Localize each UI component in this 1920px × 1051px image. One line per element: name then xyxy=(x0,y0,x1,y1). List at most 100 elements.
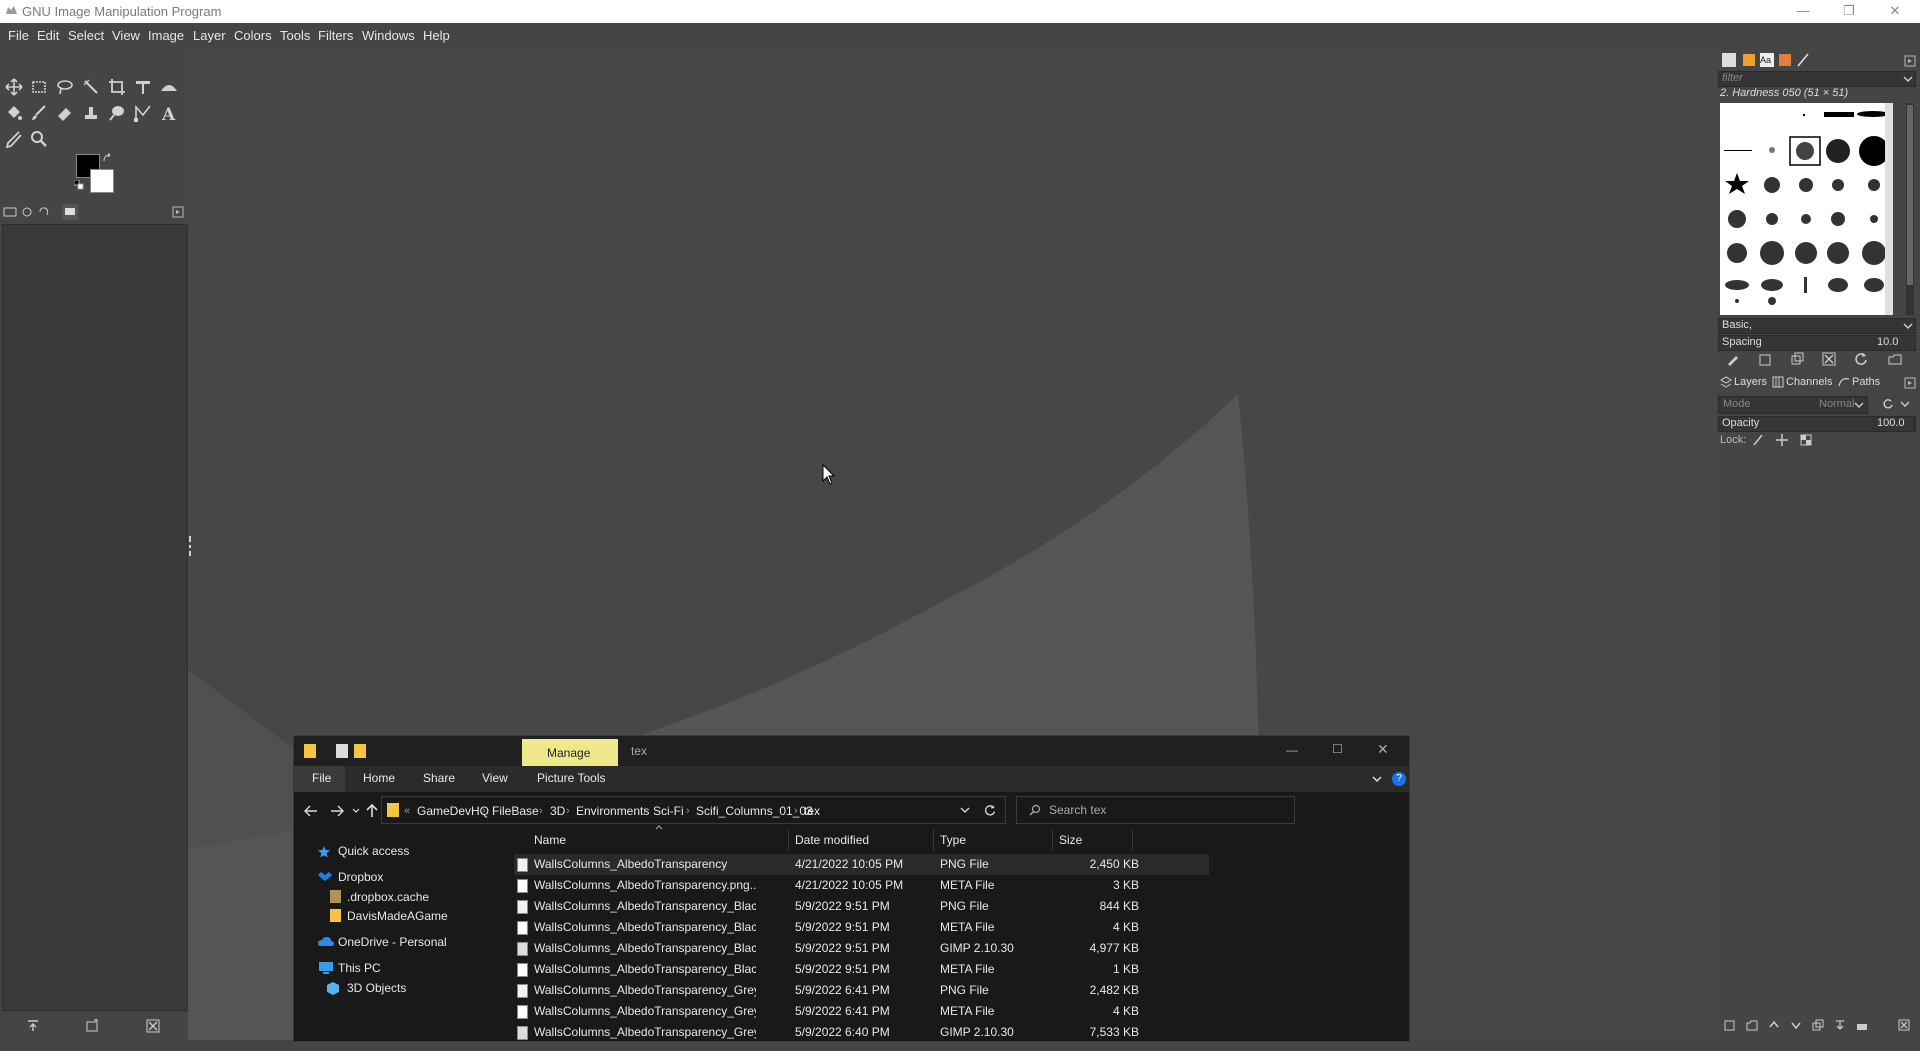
menu-help[interactable]: Help xyxy=(423,28,450,43)
breadcrumb-sci-fi[interactable]: Sci-Fi xyxy=(653,804,684,818)
ribbon-tab-picture-tools[interactable]: Picture Tools xyxy=(537,771,605,785)
close-button[interactable]: ✕ xyxy=(1872,0,1918,23)
tool-options-tab-icon[interactable] xyxy=(3,205,17,219)
layer-mask-icon[interactable] xyxy=(1856,1019,1868,1031)
brush-preset-select[interactable]: Basic, xyxy=(1718,318,1916,334)
layers-dock-menu-icon[interactable] xyxy=(1904,377,1916,389)
table-row[interactable]: WallsColumns_AlbedoTransparency_Blac... … xyxy=(514,959,1209,980)
tab-paths[interactable]: Paths xyxy=(1852,376,1880,388)
explorer-maximize-button[interactable]: ☐ xyxy=(1332,742,1343,756)
fuzzy-select-tool-icon[interactable] xyxy=(81,77,101,97)
breadcrumb-overflow-icon[interactable]: « xyxy=(404,805,410,817)
new-folder-icon[interactable] xyxy=(354,744,366,758)
search-input[interactable]: Search tex xyxy=(1016,796,1295,824)
up-arrow-icon[interactable] xyxy=(366,804,378,818)
canvas-edge-handle-icon[interactable] xyxy=(188,534,194,558)
swap-colors-icon[interactable] xyxy=(102,153,112,163)
layers-tab-icon[interactable] xyxy=(1720,376,1732,388)
breadcrumb-environments[interactable]: Environments xyxy=(576,804,649,818)
breadcrumb-filebase[interactable]: FileBase xyxy=(492,804,539,818)
chevron-down-icon[interactable] xyxy=(1903,321,1913,331)
lock-alpha-icon[interactable] xyxy=(1800,434,1812,446)
nav-this-pc[interactable]: This PC xyxy=(338,961,381,975)
back-arrow-icon[interactable] xyxy=(304,805,318,817)
column-divider[interactable] xyxy=(933,829,934,851)
restore-button[interactable]: ❐ xyxy=(1826,0,1872,23)
column-header-size[interactable]: Size xyxy=(1059,833,1082,847)
undo-history-tab-icon[interactable] xyxy=(37,205,51,219)
column-header-date[interactable]: Date modified xyxy=(795,833,869,847)
recent-locations-chevron-icon[interactable] xyxy=(352,807,360,815)
chevron-down-icon[interactable] xyxy=(1903,74,1913,84)
menu-image[interactable]: Image xyxy=(148,28,184,43)
table-row[interactable]: WallsColumns_AlbedoTransparency_Grey... … xyxy=(514,1001,1209,1022)
menu-colors[interactable]: Colors xyxy=(234,28,272,43)
brushes-tab-icon[interactable] xyxy=(1722,53,1736,67)
raise-view-icon[interactable] xyxy=(26,1019,40,1033)
column-header-name[interactable]: Name xyxy=(534,833,566,847)
help-icon[interactable]: ? xyxy=(1392,772,1406,786)
reset-colors-icon[interactable] xyxy=(74,180,84,190)
layers-list[interactable] xyxy=(1718,451,1916,1051)
menu-edit[interactable]: Edit xyxy=(37,28,59,43)
table-row[interactable]: WallsColumns_AlbedoTransparency_Grey... … xyxy=(514,980,1209,1001)
chevron-down-icon[interactable] xyxy=(1900,399,1910,409)
switch-blend-mode-icon[interactable] xyxy=(1881,398,1895,410)
column-header-type[interactable]: Type xyxy=(940,833,966,847)
nav-dropbox[interactable]: Dropbox xyxy=(338,870,383,884)
chevron-down-icon[interactable] xyxy=(1854,400,1864,410)
paintbrush-tool-icon[interactable] xyxy=(29,103,49,123)
table-row[interactable]: WallsColumns_AlbedoTransparency 4/21/202… xyxy=(514,854,1209,875)
tab-channels[interactable]: Channels xyxy=(1786,376,1832,388)
table-row[interactable]: WallsColumns_AlbedoTransparency_Blac... … xyxy=(514,938,1209,959)
ribbon-tab-view[interactable]: View xyxy=(482,771,508,785)
transform-tool-icon[interactable] xyxy=(133,77,153,97)
raise-layer-icon[interactable] xyxy=(1768,1019,1780,1031)
bucket-fill-tool-icon[interactable] xyxy=(4,103,24,123)
manage-tab[interactable]: Manage xyxy=(522,739,618,766)
open-brush-as-image-icon[interactable] xyxy=(1888,352,1902,366)
menu-file[interactable]: File xyxy=(8,28,29,43)
address-path-field[interactable]: « GameDevHQ › FileBase › 3D › Environmen… xyxy=(381,796,1006,824)
column-divider[interactable] xyxy=(1132,829,1133,851)
table-row[interactable]: WallsColumns_AlbedoTransparency_Blac... … xyxy=(514,917,1209,938)
layer-opacity-slider[interactable]: Opacity 100.0 xyxy=(1718,416,1916,432)
nav-3d-objects[interactable]: 3D Objects xyxy=(347,981,406,995)
duplicate-brush-icon[interactable] xyxy=(1790,352,1804,366)
new-brush-icon[interactable] xyxy=(1758,352,1772,366)
delete-layer-icon[interactable] xyxy=(1898,1019,1910,1031)
expand-ribbon-icon[interactable] xyxy=(1372,774,1382,784)
menu-view[interactable]: View xyxy=(112,28,140,43)
lasso-tool-icon[interactable] xyxy=(55,77,75,97)
tab-layers[interactable]: Layers xyxy=(1734,376,1767,388)
images-tab-icon[interactable] xyxy=(62,204,78,220)
rect-select-tool-icon[interactable] xyxy=(29,77,49,97)
minimize-button[interactable]: — xyxy=(1780,0,1826,23)
gradients-tab-icon[interactable] xyxy=(1779,54,1791,66)
address-history-chevron-icon[interactable] xyxy=(960,806,970,814)
breadcrumb-tex[interactable]: tex xyxy=(804,804,820,818)
menu-layer[interactable]: Layer xyxy=(193,28,226,43)
explorer-close-button[interactable]: ✕ xyxy=(1377,741,1389,758)
lock-position-icon[interactable] xyxy=(1776,434,1788,446)
refresh-brushes-icon[interactable] xyxy=(1854,352,1868,366)
nav-onedrive[interactable]: OneDrive - Personal xyxy=(338,935,447,949)
refresh-icon[interactable] xyxy=(984,804,996,816)
ribbon-tab-share[interactable]: Share xyxy=(423,771,455,785)
nav-davismadeagame[interactable]: DavisMadeAGame xyxy=(347,909,448,923)
brush-spacing-slider[interactable]: Spacing 10.0 xyxy=(1718,335,1916,351)
nav-quick-access[interactable]: Quick access xyxy=(338,844,409,858)
menu-select[interactable]: Select xyxy=(68,28,104,43)
menu-filters[interactable]: Filters xyxy=(318,28,353,43)
lock-pixels-icon[interactable] xyxy=(1752,434,1764,446)
brush-filter-input[interactable]: filter xyxy=(1718,71,1916,87)
eraser-tool-icon[interactable] xyxy=(55,103,75,123)
paint-dynamics-tab-icon[interactable] xyxy=(1796,53,1810,67)
delete-display-icon[interactable] xyxy=(146,1019,160,1033)
breadcrumb-gamedevhq[interactable]: GameDevHQ xyxy=(417,804,489,818)
delete-brush-icon[interactable] xyxy=(1822,352,1836,366)
explorer-minimize-button[interactable]: — xyxy=(1286,743,1298,757)
ribbon-tab-home[interactable]: Home xyxy=(363,771,395,785)
brush-grid-scrollbar[interactable] xyxy=(1906,103,1914,315)
edit-brush-icon[interactable] xyxy=(1726,352,1740,366)
